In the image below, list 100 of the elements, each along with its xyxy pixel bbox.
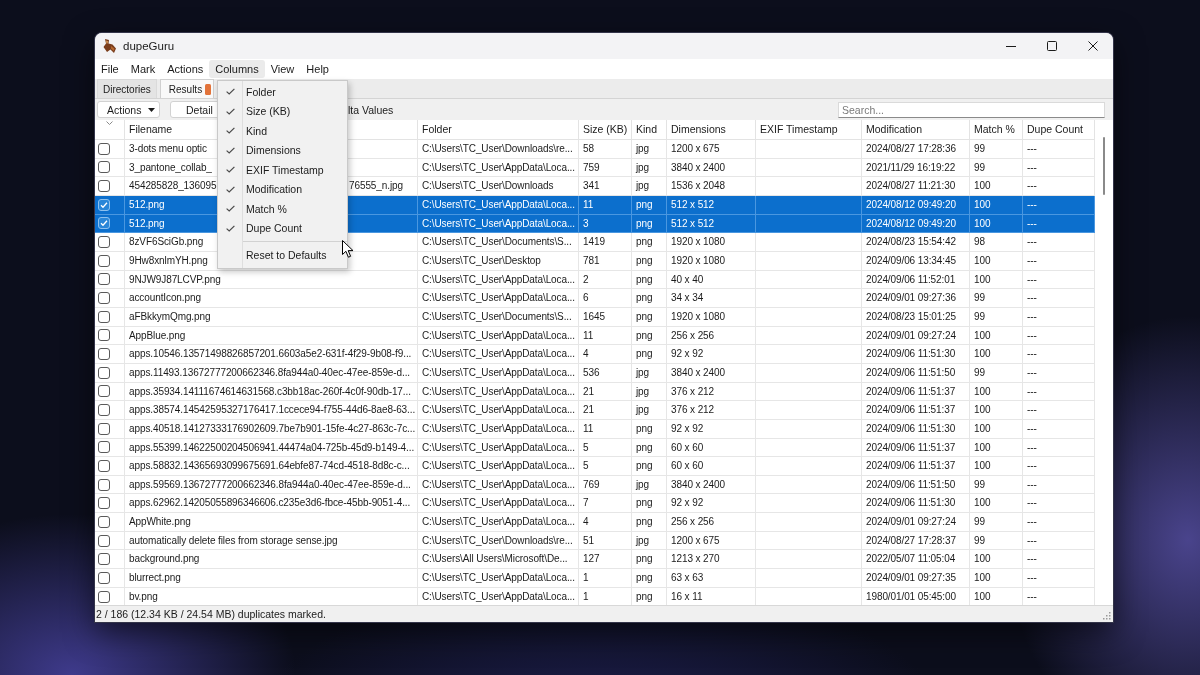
table-cell: png	[632, 494, 667, 513]
file-name: apps.40518.14127333176902609.7be7b901-15fe-4c27-863c-7c...	[129, 421, 416, 436]
table-cell: 1419	[579, 233, 632, 251]
table-cell: C:\Users\TC_User\AppData\Loca...	[418, 289, 579, 307]
table-cell: 2024/08/27 17:28:37	[862, 531, 970, 550]
table-cell: png	[632, 326, 667, 345]
table-cell: 98	[970, 233, 1023, 251]
file-name: 76555_n.jpg	[349, 179, 403, 194]
table-cell: png	[632, 307, 667, 326]
table-cell: 2024/09/06 11:51:50	[862, 363, 970, 382]
table-cell: 60 x 60	[667, 438, 756, 457]
table-cell: 3840 x 2400	[667, 363, 756, 382]
table-cell: 5	[579, 438, 632, 457]
file-name: apps.55399.14622500204506941.44474a04-725b-45d9-b149-4...	[129, 440, 415, 455]
table-cell: 99	[970, 475, 1023, 494]
table-cell: C:\Users\TC_User\Documents\S...	[418, 307, 579, 326]
table-cell: 341	[579, 177, 632, 195]
table-cell: 100	[970, 569, 1023, 587]
table-cell: 100	[970, 382, 1023, 401]
table-cell: C:\Users\TC_User\AppData\Loca...	[418, 401, 579, 419]
table-cell: 1200 x 675	[667, 531, 756, 550]
file-name: AppWhite.png	[129, 515, 191, 530]
table-cell: 100	[970, 177, 1023, 195]
table-cell: 1200 x 675	[667, 140, 756, 158]
table-cell: jpg	[632, 401, 667, 419]
file-name: apps.10546.13571498826857201.6603a5e2-631f-4f29-9b08-f9...	[129, 347, 412, 362]
table-cell: C:\Users\TC_User\AppData\Loca...	[418, 569, 579, 587]
table-cell: 3840 x 2400	[667, 475, 756, 494]
table-cell: 2024/08/12 09:49:20	[862, 214, 970, 233]
file-name: apps.58832.14365693099675691.64ebfe87-74cd-4518-8d8c-c...	[129, 459, 410, 474]
table-cell: 100	[970, 401, 1023, 419]
table-cell: 6	[579, 289, 632, 307]
table-cell: 58	[579, 140, 632, 158]
file-name: 512.png	[129, 216, 165, 231]
table-cell: 99	[970, 140, 1023, 158]
table-cell: 100	[970, 345, 1023, 363]
table-cell: 100	[970, 550, 1023, 569]
table-cell: C:\Users\TC_User\Documents\S...	[418, 233, 579, 251]
table-cell: 2024/08/23 15:54:42	[862, 233, 970, 251]
table-cell: 2	[579, 270, 632, 289]
table-cell: 2024/09/06 11:51:30	[862, 419, 970, 438]
table-cell: 256 x 256	[667, 513, 756, 531]
table-cell: jpg	[632, 158, 667, 177]
table-cell: C:\Users\TC_User\AppData\Loca...	[418, 438, 579, 457]
table-cell: 100	[970, 326, 1023, 345]
table-cell: 2024/08/23 15:01:25	[862, 307, 970, 326]
file-name: apps.59569.13672777200662346.8fa944a0-40ec-47ee-859e-d...	[129, 477, 411, 492]
file-name: blurrect.png	[129, 571, 181, 586]
table-cell: 1920 x 1080	[667, 233, 756, 251]
status-text: 2 / 186 (12.34 KB / 24.54 MB) duplicates marked.	[96, 608, 326, 620]
table-cell: 1645	[579, 307, 632, 326]
table-cell: jpg	[632, 531, 667, 550]
file-name: 3_pantone_collab_	[129, 160, 212, 175]
table-cell: 2024/08/27 17:28:36	[862, 140, 970, 158]
table-cell: 34 x 34	[667, 289, 756, 307]
file-name: aFBkkymQmg.png	[129, 309, 211, 324]
table-cell: C:\Users\TC_User\Downloads\re...	[418, 531, 579, 550]
table-cell: C:\Users\TC_User\AppData\Loca...	[418, 363, 579, 382]
table-cell: 11	[579, 419, 632, 438]
table-cell: png	[632, 251, 667, 270]
table-cell: 100	[970, 214, 1023, 233]
table-cell: 2024/09/06 11:51:37	[862, 382, 970, 401]
table-cell: 100	[970, 494, 1023, 513]
table-cell: 2024/09/01 09:27:35	[862, 569, 970, 587]
table-cell: 256 x 256	[667, 326, 756, 345]
table-cell: 63 x 63	[667, 569, 756, 587]
table-cell: 2024/09/06 11:51:37	[862, 401, 970, 419]
table-cell: 536	[579, 363, 632, 382]
table-cell: 100	[970, 438, 1023, 457]
table-cell: png	[632, 345, 667, 363]
table-cell: 40 x 40	[667, 270, 756, 289]
table-cell: 99	[970, 289, 1023, 307]
table-cell: 99	[970, 158, 1023, 177]
table-cell: 1920 x 1080	[667, 251, 756, 270]
table-cell: jpg	[632, 363, 667, 382]
table-cell: 100	[970, 270, 1023, 289]
table-cell: 2024/09/06 11:52:01	[862, 270, 970, 289]
table-cell: 1213 x 270	[667, 550, 756, 569]
table-cell: C:\Users\TC_User\AppData\Loca...	[418, 382, 579, 401]
table-cell: png	[632, 233, 667, 251]
table-cell: jpg	[632, 475, 667, 494]
table-cell: 769	[579, 475, 632, 494]
table-cell: 2024/09/06 11:51:30	[862, 345, 970, 363]
table-cell: C:\Users\TC_User\AppData\Loca...	[418, 326, 579, 345]
table-cell: 2024/09/01 09:27:36	[862, 289, 970, 307]
file-name: bv.png	[129, 589, 158, 604]
table-cell: 2024/09/01 09:27:24	[862, 513, 970, 531]
table-cell: C:\Users\TC_User\AppData\Loca...	[418, 214, 579, 233]
file-name: 9Hw8xnlmYH.png	[129, 253, 208, 268]
table-cell: 3	[579, 214, 632, 233]
table-cell: C:\Users\TC_User\AppData\Loca...	[418, 513, 579, 531]
table-cell: 92 x 92	[667, 419, 756, 438]
table-cell: C:\Users\TC_User\AppData\Loca...	[418, 345, 579, 363]
table-cell: C:\Users\TC_User\AppData\Loca...	[418, 475, 579, 494]
table-cell: 5	[579, 457, 632, 475]
table-cell: 2024/09/01 09:27:24	[862, 326, 970, 345]
table-cell: 127	[579, 550, 632, 569]
table-cell: 1	[579, 569, 632, 587]
table-cell: 2024/09/06 11:51:37	[862, 438, 970, 457]
table-cell: png	[632, 289, 667, 307]
